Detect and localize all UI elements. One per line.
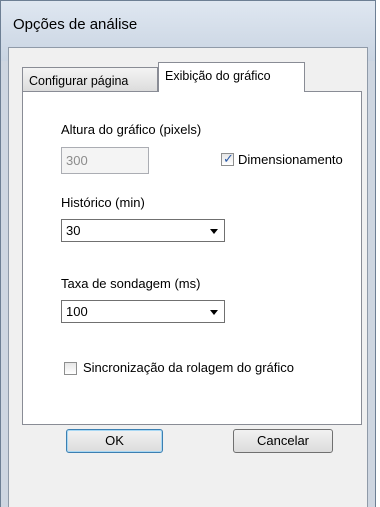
ok-button[interactable]: OK	[66, 429, 163, 453]
chevron-down-icon	[210, 310, 218, 315]
tab-configurar-pagina[interactable]: Configurar página	[22, 67, 158, 91]
scroll-sync-checkbox[interactable]	[64, 362, 77, 375]
scroll-sync-checkbox-label[interactable]: Sincronização da rolagem do gráfico	[83, 360, 294, 375]
sizing-checkbox-label[interactable]: Dimensionamento	[238, 152, 343, 167]
chart-height-label: Altura do gráfico (pixels)	[61, 122, 202, 137]
history-select-value: 30	[66, 223, 81, 238]
checkmark-icon: ✓	[223, 151, 234, 166]
cancel-button[interactable]: Cancelar	[233, 429, 333, 453]
history-label: Histórico (min)	[61, 195, 145, 210]
sizing-checkbox[interactable]: ✓	[221, 151, 234, 166]
tab-exibicao-do-grafico[interactable]: Exibição do gráfico	[158, 62, 305, 92]
poll-rate-select-value: 100	[66, 304, 88, 319]
chevron-down-icon	[210, 229, 218, 234]
history-select[interactable]: 30	[61, 219, 225, 242]
chart-height-input[interactable]: 300	[61, 147, 149, 174]
window-title: Opções de análise	[13, 16, 138, 33]
poll-rate-select[interactable]: 100	[61, 300, 225, 323]
poll-rate-label: Taxa de sondagem (ms)	[61, 276, 201, 291]
